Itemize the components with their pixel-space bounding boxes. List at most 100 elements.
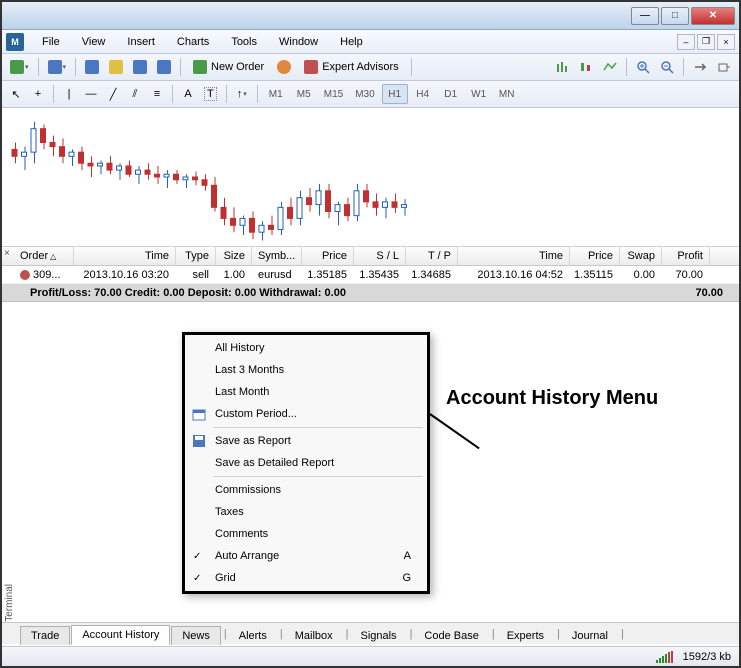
cursor-button[interactable]: ↖ — [6, 84, 26, 104]
tf-mn[interactable]: MN — [494, 84, 520, 104]
header-price2[interactable]: Price — [570, 247, 620, 265]
window-minimize-button[interactable]: — — [631, 7, 659, 25]
menu-insert[interactable]: Insert — [117, 33, 165, 51]
status-transfer: 1592/3 kb — [683, 651, 731, 663]
tf-m30[interactable]: M30 — [350, 84, 379, 104]
header-size[interactable]: Size — [216, 247, 252, 265]
ctx-custom-period[interactable]: Custom Period... — [185, 403, 427, 425]
navigator-button[interactable] — [105, 57, 127, 77]
terminal-button[interactable] — [129, 57, 151, 77]
tab-alerts[interactable]: Alerts — [229, 627, 277, 645]
ctx-all-history[interactable]: All History — [185, 337, 427, 359]
tab-trade[interactable]: Trade — [20, 626, 70, 645]
bar-chart-button[interactable] — [551, 57, 573, 77]
crosshair-button[interactable]: + — [28, 84, 48, 104]
terminal-close-button[interactable]: × — [4, 248, 10, 259]
tf-m15[interactable]: M15 — [319, 84, 348, 104]
zoom-in-button[interactable] — [632, 57, 654, 77]
tf-m1[interactable]: M1 — [263, 84, 289, 104]
tf-h4[interactable]: H4 — [410, 84, 436, 104]
cell-price2: 1.35115 — [570, 266, 620, 283]
header-tp[interactable]: T / P — [406, 247, 458, 265]
new-order-button[interactable]: New Order — [186, 57, 271, 77]
vertical-line-button[interactable]: | — [59, 84, 79, 104]
cell-symbol: eurusd — [252, 266, 302, 283]
header-profit[interactable]: Profit — [662, 247, 710, 265]
ctx-auto-arrange[interactable]: ✓ Auto Arrange A — [185, 545, 427, 567]
ctx-commissions[interactable]: Commissions — [185, 479, 427, 501]
tab-mailbox[interactable]: Mailbox — [285, 627, 343, 645]
tab-news[interactable]: News — [171, 626, 221, 645]
expert-advisors-button[interactable]: Expert Advisors — [297, 57, 405, 77]
metaeditor-button[interactable] — [273, 57, 295, 77]
header-price1[interactable]: Price — [302, 247, 354, 265]
history-row[interactable]: 309... 2013.10.16 03:20 sell 1.00 eurusd… — [2, 266, 739, 284]
scroll-chart-button[interactable] — [689, 57, 711, 77]
cell-type: sell — [176, 266, 216, 283]
window-close-button[interactable]: ✕ — [691, 7, 735, 25]
cell-order: 309... — [14, 266, 74, 283]
summary-row: Profit/Loss: 70.00 Credit: 0.00 Deposit:… — [2, 284, 739, 302]
tab-account-history[interactable]: Account History — [71, 625, 170, 645]
menu-charts[interactable]: Charts — [167, 33, 219, 51]
menu-file[interactable]: File — [32, 33, 70, 51]
zoom-out-button[interactable] — [656, 57, 678, 77]
mdi-close-button[interactable]: × — [717, 34, 735, 50]
header-order[interactable]: Order △ — [14, 247, 74, 265]
tf-w1[interactable]: W1 — [466, 84, 492, 104]
menu-window[interactable]: Window — [269, 33, 328, 51]
market-watch-button[interactable] — [81, 57, 103, 77]
tf-d1[interactable]: D1 — [438, 84, 464, 104]
header-sl[interactable]: S / L — [354, 247, 406, 265]
header-symbol[interactable]: Symb... — [252, 247, 302, 265]
terminal-vertical-label: Terminal — [4, 584, 15, 622]
text-button[interactable]: A — [178, 84, 198, 104]
trendline-button[interactable]: ╱ — [103, 84, 123, 104]
window-maximize-button[interactable]: □ — [661, 7, 689, 25]
ctx-grid[interactable]: ✓ Grid G — [185, 567, 427, 589]
menu-view[interactable]: View — [72, 33, 116, 51]
candlestick-button[interactable] — [575, 57, 597, 77]
tf-m5[interactable]: M5 — [291, 84, 317, 104]
menu-tools[interactable]: Tools — [221, 33, 267, 51]
terminal-tabs: Trade Account History News | Alerts | Ma… — [2, 622, 739, 644]
horizontal-line-button[interactable]: — — [81, 84, 101, 104]
tab-signals[interactable]: Signals — [350, 627, 406, 645]
header-time2[interactable]: Time — [458, 247, 570, 265]
ctx-save-report[interactable]: Save as Report — [185, 430, 427, 452]
text-label-button[interactable]: T — [200, 84, 221, 104]
cell-tp: 1.34685 — [406, 266, 458, 283]
header-time1[interactable]: Time — [74, 247, 176, 265]
strategy-tester-button[interactable] — [153, 57, 175, 77]
ctx-save-detailed[interactable]: Save as Detailed Report — [185, 452, 427, 474]
profiles-button[interactable]: ▾ — [44, 57, 71, 77]
line-chart-button[interactable] — [599, 57, 621, 77]
fibonacci-button[interactable]: ≡ — [147, 84, 167, 104]
statusbar: 1592/3 kb — [2, 646, 739, 666]
arrows-button[interactable]: ↑▾ — [232, 84, 252, 104]
tf-h1[interactable]: H1 — [382, 84, 408, 104]
tab-code-base[interactable]: Code Base — [414, 627, 488, 645]
connection-icon — [656, 651, 673, 663]
new-chart-button[interactable]: ▾ — [6, 57, 33, 77]
chart-shift-button[interactable] — [713, 57, 735, 77]
calendar-icon — [191, 406, 207, 422]
menubar: M File View Insert Charts Tools Window H… — [2, 30, 739, 54]
tab-journal[interactable]: Journal — [562, 627, 618, 645]
header-swap[interactable]: Swap — [620, 247, 662, 265]
mdi-minimize-button[interactable]: – — [677, 34, 695, 50]
check-icon: ✓ — [193, 551, 201, 562]
ctx-last-3-months[interactable]: Last 3 Months — [185, 359, 427, 381]
ctx-comments[interactable]: Comments — [185, 523, 427, 545]
cell-size: 1.00 — [216, 266, 252, 283]
chart-area[interactable] — [2, 108, 739, 246]
ctx-taxes[interactable]: Taxes — [185, 501, 427, 523]
ctx-last-month[interactable]: Last Month — [185, 381, 427, 403]
tab-experts[interactable]: Experts — [497, 627, 554, 645]
history-grid-header: Order △ Time Type Size Symb... Price S /… — [2, 246, 739, 266]
equidistant-button[interactable]: ⫽ — [125, 84, 145, 104]
mdi-restore-button[interactable]: ❐ — [697, 34, 715, 50]
menu-help[interactable]: Help — [330, 33, 373, 51]
header-type[interactable]: Type — [176, 247, 216, 265]
cell-sl: 1.35435 — [354, 266, 406, 283]
